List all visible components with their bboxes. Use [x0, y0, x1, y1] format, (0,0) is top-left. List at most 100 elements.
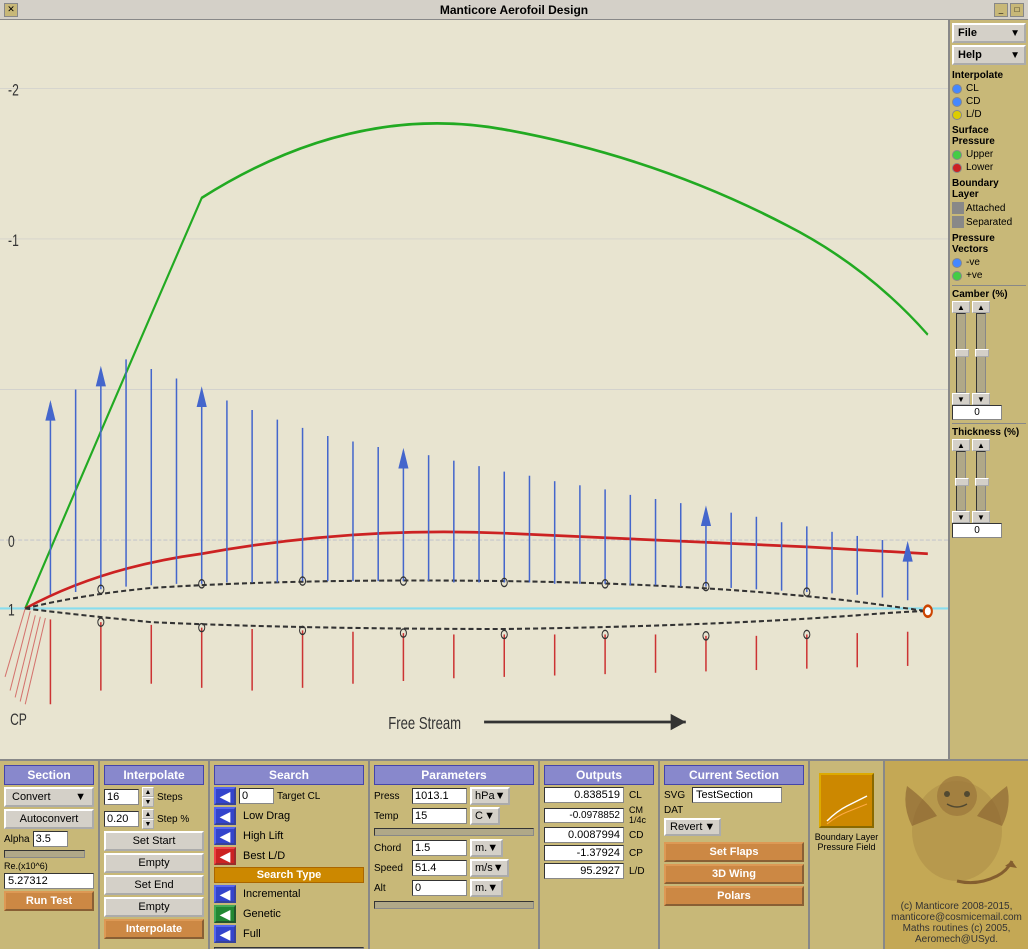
attached-checkbox[interactable] — [952, 202, 964, 214]
thickness-slider-track[interactable] — [956, 451, 966, 511]
cl-output-row: CL — [544, 787, 654, 803]
cd-radio-dot — [952, 97, 962, 107]
surface-pressure-label: Surface Pressure — [952, 125, 1026, 147]
camber-slider2[interactable] — [976, 313, 986, 393]
right-panel: File ▼ Help ▼ Interpolate CL CD L/D Surf… — [948, 20, 1028, 759]
target-cl-input[interactable] — [239, 788, 274, 804]
alt-slider[interactable] — [374, 901, 534, 909]
low-drag-button[interactable]: ◀ — [214, 807, 236, 825]
camber-slider-area: ▲ ▼ — [952, 301, 970, 405]
ld-output — [544, 863, 624, 879]
thickness-up-button2[interactable]: ▲ — [972, 439, 990, 451]
camber-value-input[interactable] — [952, 405, 1002, 420]
revert-button[interactable]: Revert ▼ — [664, 818, 721, 836]
cd-radio-row: CD — [952, 96, 1026, 107]
speed-unit-button[interactable]: m/s ▼ — [470, 859, 509, 877]
alpha-slider[interactable] — [4, 850, 85, 858]
set-flaps-button[interactable]: Set Flaps — [664, 842, 804, 862]
section-title: Section — [4, 765, 94, 785]
convert-button[interactable]: Convert ▼ — [4, 787, 94, 807]
neg-ve-dot — [952, 258, 962, 268]
step-pct-down[interactable]: ▼ — [142, 819, 154, 829]
boundary-layer-chart — [822, 776, 872, 826]
steps-label: Steps — [157, 792, 183, 803]
three-d-wing-button[interactable]: 3D Wing — [664, 864, 804, 884]
autoconvert-button[interactable]: Autoconvert — [4, 809, 94, 829]
alt-input[interactable] — [412, 880, 467, 896]
chord-label: Chord — [374, 843, 409, 854]
chord-input[interactable] — [412, 840, 467, 856]
press-unit-button[interactable]: hPa ▼ — [470, 787, 510, 805]
step-pct-label: Step % — [157, 814, 189, 825]
set-end-button[interactable]: Set End — [104, 875, 204, 895]
temp-input[interactable] — [412, 808, 467, 824]
thickness-down-button2[interactable]: ▼ — [972, 511, 990, 523]
step-pct-up[interactable]: ▲ — [142, 809, 154, 819]
camber-down-button[interactable]: ▼ — [952, 393, 970, 405]
steps-down-button[interactable]: ▼ — [142, 797, 154, 807]
thickness-slider2[interactable] — [976, 451, 986, 511]
step-pct-input[interactable] — [104, 811, 139, 827]
section-panel: Section Convert ▼ Autoconvert Alpha Re.(… — [0, 761, 100, 949]
set-start-button[interactable]: Set Start — [104, 831, 204, 851]
genetic-button[interactable]: ◀ — [214, 905, 236, 923]
step-pct-row: ▲ ▼ Step % — [104, 809, 204, 829]
thickness-control: ▲ ▼ ▲ ▼ — [952, 439, 1026, 523]
speed-input[interactable] — [412, 860, 467, 876]
cl-output — [544, 787, 624, 803]
temp-slider[interactable] — [374, 828, 534, 836]
re-input[interactable] — [4, 873, 94, 889]
app-title: Manticore Aerofoil Design — [440, 3, 588, 17]
chord-unit-button[interactable]: m. ▼ — [470, 839, 503, 857]
alpha-input[interactable] — [33, 831, 68, 847]
minimize-button[interactable]: _ — [994, 3, 1008, 17]
empty2-button[interactable]: Empty — [104, 897, 204, 917]
camber-down-button2[interactable]: ▼ — [972, 393, 990, 405]
lower-radio-dot — [952, 163, 962, 173]
press-input[interactable] — [412, 788, 467, 804]
search-type-label: Search Type — [214, 867, 364, 883]
cm-output-label: CM 1/4c — [629, 805, 654, 825]
temp-row: Temp C ▼ — [374, 807, 534, 825]
polars-button[interactable]: Polars — [664, 886, 804, 906]
pressure-field-display — [819, 773, 874, 828]
incremental-button[interactable]: ◀ — [214, 885, 236, 903]
target-cl-left-button[interactable]: ◀ — [214, 787, 236, 805]
svg-input[interactable] — [692, 787, 782, 803]
target-cl-label: Target CL — [277, 791, 320, 802]
run-test-button[interactable]: Run Test — [4, 891, 94, 911]
camber-up-button2[interactable]: ▲ — [972, 301, 990, 313]
separated-checkbox-row: Separated — [952, 216, 1026, 228]
temp-unit-button[interactable]: C ▼ — [470, 807, 500, 825]
thickness-down-button[interactable]: ▼ — [952, 511, 970, 523]
empty1-button[interactable]: Empty — [104, 853, 204, 873]
separated-checkbox[interactable] — [952, 216, 964, 228]
parameters-panel: Parameters Press hPa ▼ Temp C ▼ Chord m.… — [370, 761, 540, 949]
interpolate-panel: Interpolate ▲ ▼ Steps ▲ ▼ Step % Set Sta… — [100, 761, 210, 949]
low-drag-label: Low Drag — [243, 810, 290, 822]
camber-up-button[interactable]: ▲ — [952, 301, 970, 313]
neg-ve-radio-row: -ve — [952, 257, 1026, 268]
alpha-row: Alpha — [4, 831, 94, 847]
high-lift-label: High Lift — [243, 830, 283, 842]
steps-row: ▲ ▼ Steps — [104, 787, 204, 807]
high-lift-button[interactable]: ◀ — [214, 827, 236, 845]
thickness-up-button[interactable]: ▲ — [952, 439, 970, 451]
file-button[interactable]: File ▼ — [952, 23, 1026, 43]
steps-input[interactable] — [104, 789, 139, 805]
best-ld-button[interactable]: ◀ — [214, 847, 236, 865]
close-button[interactable]: ✕ — [4, 3, 18, 17]
maximize-button[interactable]: □ — [1010, 3, 1024, 17]
camber-slider-track[interactable] — [956, 313, 966, 393]
thickness-label: Thickness (%) — [952, 427, 1026, 438]
lower-radio-row: Lower — [952, 162, 1026, 173]
steps-up-button[interactable]: ▲ — [142, 787, 154, 797]
interpolate-button[interactable]: Interpolate — [104, 919, 204, 939]
help-button[interactable]: Help ▼ — [952, 45, 1026, 65]
full-button[interactable]: ◀ — [214, 925, 236, 943]
current-section-title: Current Section — [664, 765, 804, 785]
thickness-value-input[interactable] — [952, 523, 1002, 538]
svg-text:-1: -1 — [8, 232, 19, 250]
full-label: Full — [243, 928, 261, 940]
alt-unit-button[interactable]: m. ▼ — [470, 879, 503, 897]
